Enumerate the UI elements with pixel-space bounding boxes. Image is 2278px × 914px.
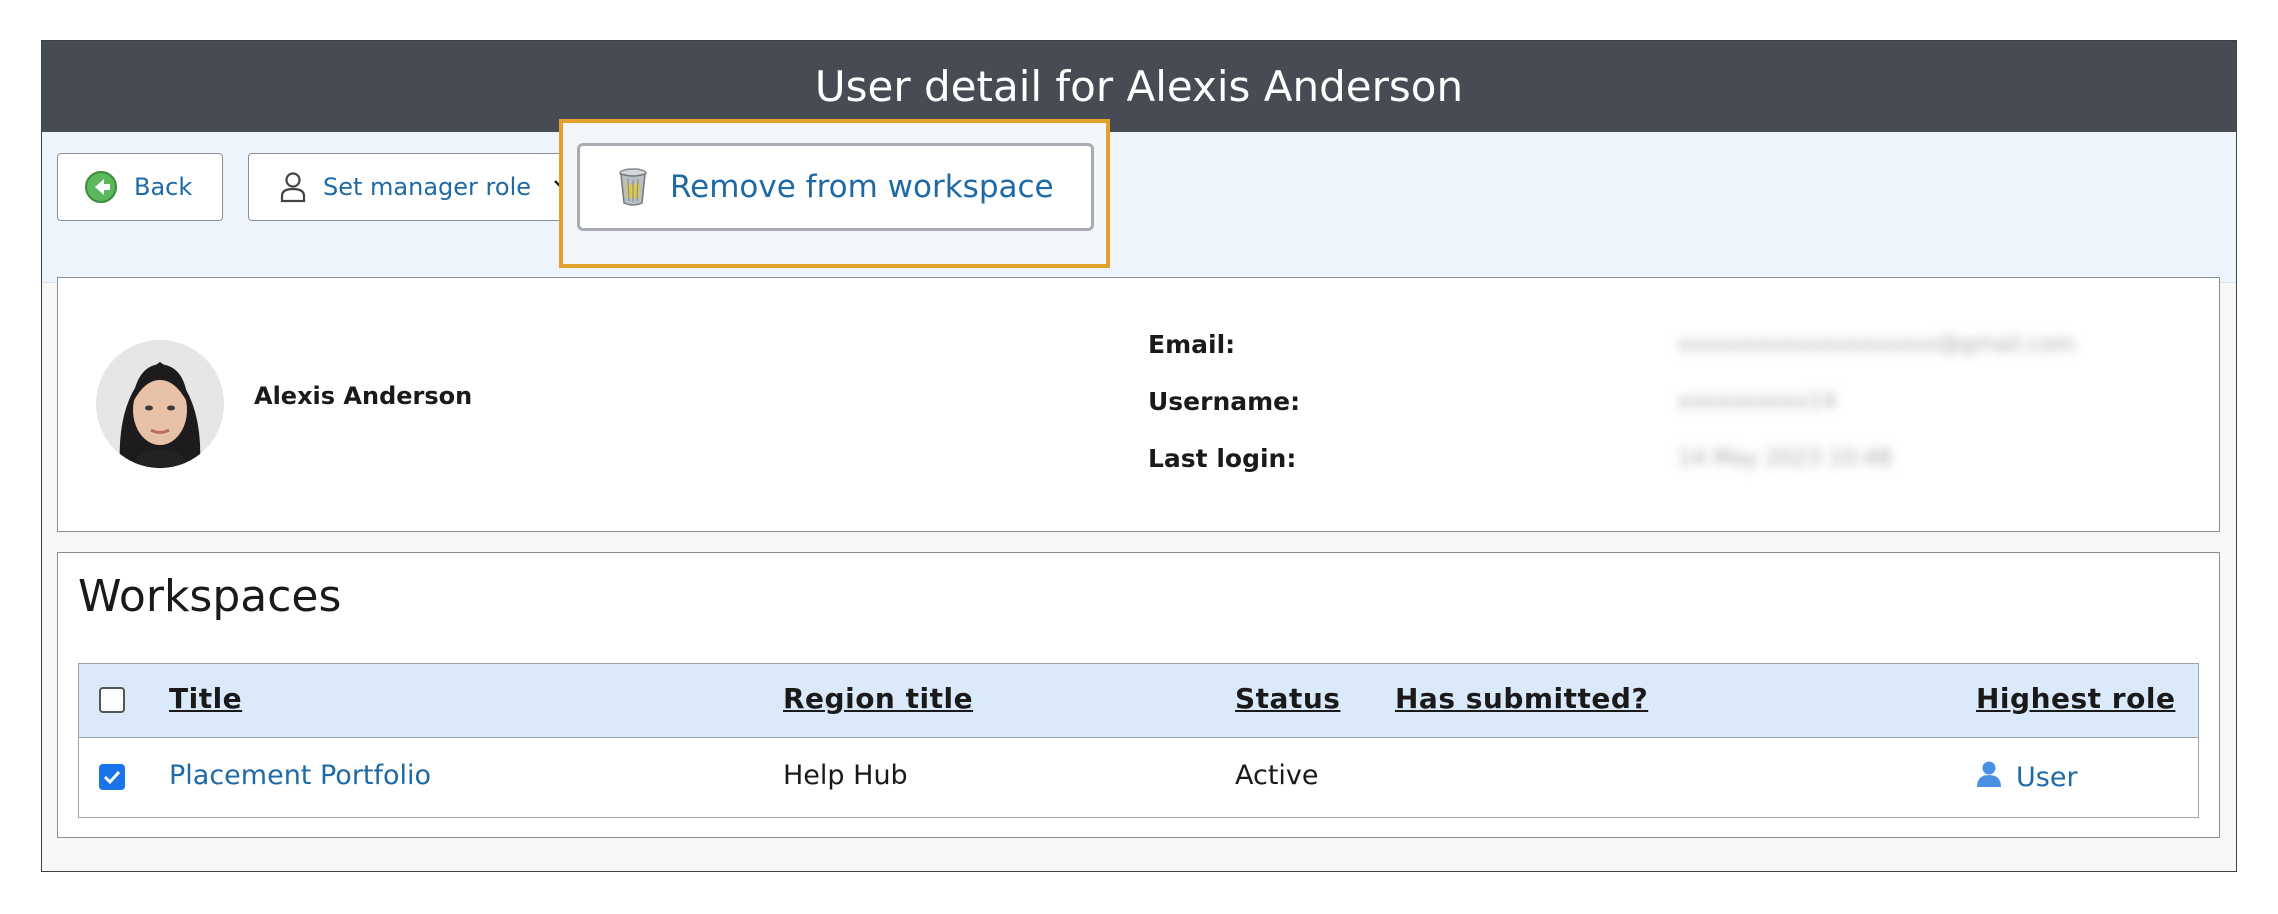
table-header: Title Region title Status Has submitted?… <box>79 664 2198 738</box>
user-profile-panel: Alexis Anderson Email: Username: Last lo… <box>57 277 2220 532</box>
workspace-status: Active <box>1235 760 1319 791</box>
workspace-region: Help Hub <box>783 760 908 791</box>
person-outline-icon <box>279 171 307 203</box>
username-label: Username: <box>1148 387 1301 416</box>
workspaces-heading: Workspaces <box>78 571 342 622</box>
trash-can-icon <box>618 167 648 207</box>
select-all-checkbox[interactable] <box>99 687 125 713</box>
column-title[interactable]: Title <box>169 682 242 715</box>
workspace-title-link[interactable]: Placement Portfolio <box>169 760 431 791</box>
page-title: User detail for Alexis Anderson <box>814 62 1464 111</box>
email-label: Email: <box>1148 330 1236 359</box>
email-value: xxxxxxxxxxxxxxxxxxxx@gmail.com <box>1678 332 2076 357</box>
column-region-title[interactable]: Region title <box>783 682 973 715</box>
user-person-icon <box>1976 760 2002 795</box>
column-status[interactable]: Status <box>1235 682 1340 715</box>
user-detail-window: User detail for Alexis Anderson Back Set… <box>41 40 2237 872</box>
column-highest-role[interactable]: Highest role <box>1976 682 2175 715</box>
avatar <box>96 340 224 468</box>
toolbar: Back Set manager role <box>42 132 2236 283</box>
remove-from-workspace-label: Remove from workspace <box>670 169 1054 205</box>
username-value: xxxxxxxxxx14 <box>1678 389 1837 414</box>
table-row: Placement Portfolio Help Hub Active User <box>79 738 2198 816</box>
workspaces-panel: Workspaces Title Region title Status Has… <box>57 552 2220 838</box>
window-title-bar: User detail for Alexis Anderson <box>42 41 2236 132</box>
back-arrow-icon <box>84 170 118 204</box>
column-has-submitted[interactable]: Has submitted? <box>1395 682 1648 715</box>
back-button-label: Back <box>134 173 193 201</box>
back-button[interactable]: Back <box>57 153 223 221</box>
set-manager-role-label: Set manager role <box>323 173 531 201</box>
workspace-role-label: User <box>2016 762 2078 793</box>
set-manager-role-button[interactable]: Set manager role <box>248 153 588 221</box>
last-login-label: Last login: <box>1148 444 1297 473</box>
user-display-name: Alexis Anderson <box>254 382 473 410</box>
row-checkbox[interactable] <box>99 764 125 790</box>
remove-from-workspace-button[interactable]: Remove from workspace <box>577 143 1094 231</box>
workspaces-table: Title Region title Status Has submitted?… <box>78 663 2199 818</box>
workspace-highest-role[interactable]: User <box>1976 760 2078 795</box>
last-login-value: 14 May 2023 10:48 <box>1678 446 1892 471</box>
